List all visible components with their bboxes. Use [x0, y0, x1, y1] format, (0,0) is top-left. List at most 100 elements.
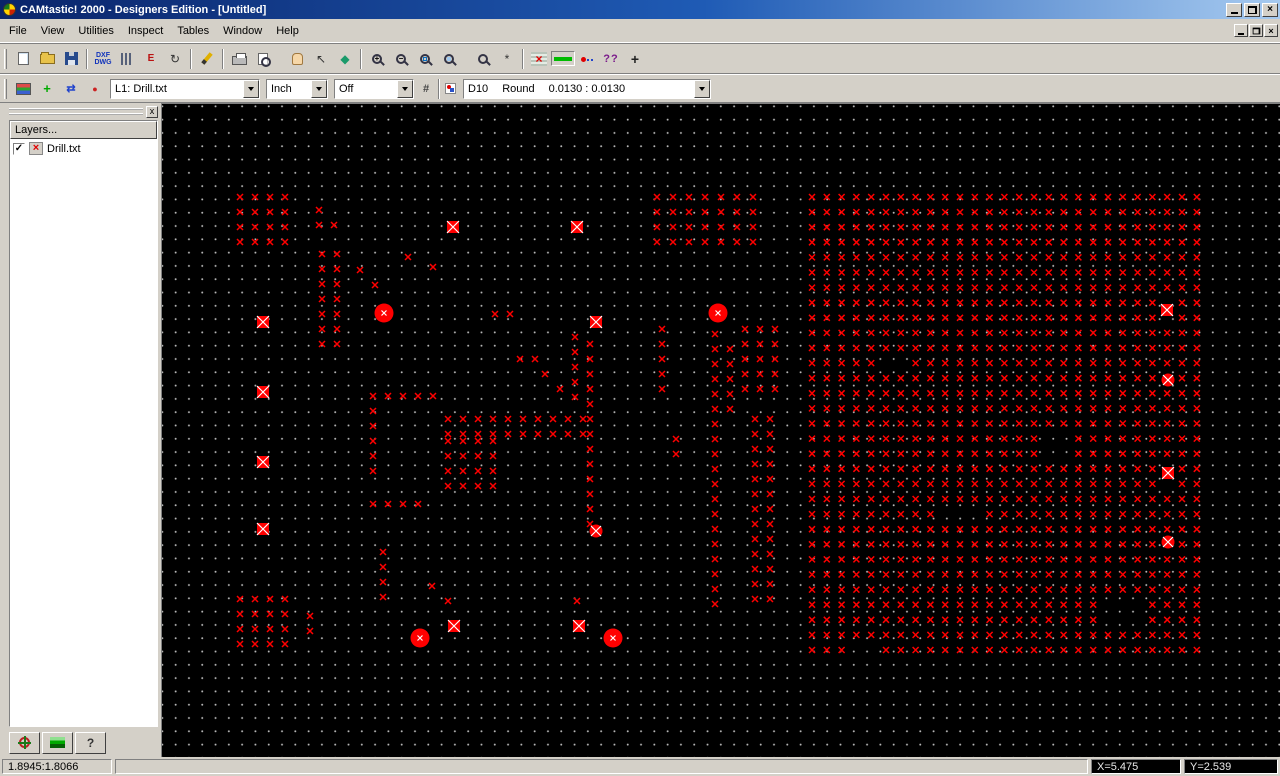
rotate-button[interactable]: ↻ [163, 47, 187, 70]
restore-button[interactable] [1244, 2, 1260, 17]
close-button[interactable]: × [1262, 2, 1278, 17]
toolbar-separator [86, 48, 88, 69]
cursor-y-readout: Y=2.539 [1184, 759, 1278, 774]
print-button[interactable] [227, 47, 251, 70]
layer-x-icon: × [32, 142, 40, 154]
aperture-combo-dropdown[interactable] [694, 79, 710, 98]
snap-combo-value: Off [335, 79, 397, 98]
layer-item-drill[interactable]: ✓ × Drill.txt [10, 139, 157, 158]
highlight-net-button[interactable] [575, 47, 599, 70]
grid-hash-icon: # [422, 82, 430, 95]
mdi-minimize-button[interactable] [1234, 24, 1248, 37]
pick-button[interactable]: ↖ [309, 47, 333, 70]
units-combo-dropdown[interactable] [311, 79, 327, 98]
save-file-button[interactable] [59, 47, 83, 70]
window-title: CAMtastic! 2000 - Designers Edition - [U… [20, 3, 267, 16]
layer-label: Drill.txt [47, 142, 81, 155]
zoom-all-button[interactable] [437, 47, 461, 70]
tab-navigator[interactable] [9, 731, 40, 754]
query-button[interactable]: ?? [599, 47, 623, 70]
title-bar: CAMtastic! 2000 - Designers Edition - [U… [0, 0, 1280, 19]
layer-combo-dropdown[interactable] [243, 79, 259, 98]
pencil-icon [201, 52, 213, 65]
layers-table-button[interactable] [11, 77, 35, 100]
menu-tables[interactable]: Tables [170, 22, 216, 40]
menu-inspect[interactable]: Inspect [121, 22, 170, 40]
layers-icon [50, 737, 65, 748]
mdi-restore-button[interactable] [1249, 24, 1263, 37]
zoom-previous-button[interactable] [471, 47, 495, 70]
menu-file[interactable]: File [2, 22, 34, 40]
units-combobox[interactable]: Inch [266, 78, 328, 99]
zoom-in-icon: + [372, 53, 382, 64]
drill-canvas[interactable] [162, 104, 1280, 757]
check-icon: ✓ [14, 142, 24, 154]
aperture-import-icon: E [147, 53, 155, 64]
import-aperture-button[interactable]: E [139, 47, 163, 70]
panel-drag-grip[interactable] [9, 108, 143, 115]
aperture-combo-value: D10 Round 0.0130 : 0.0130 [464, 79, 694, 98]
main-area: x Layers... ✓ × Drill.txt ? [0, 103, 1280, 757]
layers-panel: x Layers... ✓ × Drill.txt ? [0, 103, 161, 757]
grid-toggle-button[interactable]: # [417, 77, 435, 100]
snap-combobox[interactable]: Off [334, 78, 414, 99]
minimize-button[interactable] [1226, 2, 1242, 17]
print-preview-button[interactable] [251, 47, 275, 70]
zoom-out-button[interactable]: − [389, 47, 413, 70]
layer-color-swatch[interactable]: × [29, 142, 43, 155]
toolbar-grip[interactable] [4, 48, 7, 69]
target-icon [19, 737, 30, 748]
mdi-close-button[interactable]: × [1264, 24, 1278, 37]
toolbar-separator [190, 48, 192, 69]
import-gerber-button[interactable] [115, 47, 139, 70]
dxf-label: DXF [95, 51, 110, 59]
fill-button[interactable]: ◆ [333, 47, 357, 70]
mdi-restore-icon [1252, 27, 1260, 34]
aperture-combobox[interactable]: D10 Round 0.0130 : 0.0130 [463, 78, 711, 99]
zoom-window-button[interactable] [413, 47, 437, 70]
pan-button[interactable] [285, 47, 309, 70]
zoom-all-icon [444, 53, 454, 64]
active-layer-color-indicator[interactable] [551, 51, 575, 66]
snap-combo-dropdown[interactable] [397, 79, 413, 98]
layer-color-button[interactable]: ● [83, 77, 107, 100]
zoom-window-icon [420, 53, 430, 64]
zoom-in-button[interactable]: + [365, 47, 389, 70]
layer-toolbar: + ⇄ ● L1: Drill.txt Inch Off # D10 Round… [0, 74, 1280, 103]
import-dxf-dwg-button[interactable]: DXF DWG [91, 47, 115, 70]
menu-help[interactable]: Help [269, 22, 306, 40]
layer-visibility-checkbox[interactable]: ✓ [13, 142, 25, 155]
print-preview-icon [258, 52, 271, 67]
menu-view[interactable]: View [34, 22, 72, 40]
panel-close-button[interactable]: x [146, 105, 158, 118]
tab-layers[interactable] [42, 731, 73, 754]
layers-header-button[interactable]: Layers... [10, 121, 157, 139]
menu-window[interactable]: Window [216, 22, 269, 40]
layer-stack-icon [15, 82, 31, 95]
menu-utilities[interactable]: Utilities [71, 22, 120, 40]
set-origin-button[interactable]: + [623, 47, 647, 70]
analysis-button[interactable]: × [527, 47, 551, 70]
tab-help[interactable]: ? [75, 731, 106, 754]
layer-combobox[interactable]: L1: Drill.txt [110, 78, 260, 99]
aperture-shape: Round [502, 82, 535, 95]
new-file-button[interactable] [11, 47, 35, 70]
aperture-size: 0.0130 : 0.0130 [548, 82, 626, 95]
swap-layers-button[interactable]: ⇄ [59, 77, 83, 100]
mdi-minimize-icon [1238, 32, 1244, 35]
cursor-x-readout: X=5.475 [1091, 759, 1181, 774]
main-toolbar: DXF DWG E ↻ ↖ ◆ + − * × ?? + [0, 43, 1280, 74]
restore-icon [1247, 5, 1257, 14]
minimize-icon [1230, 12, 1238, 14]
chevron-down-icon [699, 86, 705, 91]
add-layer-plus-icon: + [43, 81, 51, 96]
save-floppy-icon [64, 52, 78, 65]
redraw-button[interactable]: * [495, 47, 519, 70]
drill-markers-layer [236, 193, 1201, 654]
draw-button[interactable] [195, 47, 219, 70]
toolbar-grip[interactable] [4, 78, 7, 99]
pick-arrow-icon: ↖ [315, 51, 327, 66]
open-file-button[interactable] [35, 47, 59, 70]
add-layer-button[interactable]: + [35, 77, 59, 100]
film-icon: × [531, 51, 547, 66]
